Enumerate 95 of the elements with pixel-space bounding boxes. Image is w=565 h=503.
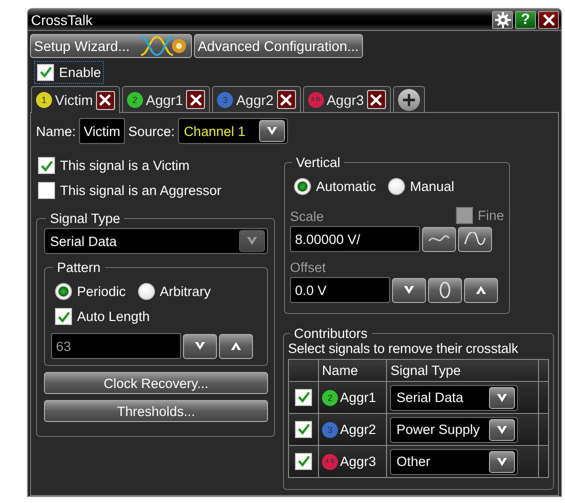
add-tab-button[interactable] [398, 88, 420, 110]
increment-button[interactable] [464, 278, 498, 302]
dropdown-arrow-button[interactable] [489, 418, 516, 440]
channel-badge: 2 [126, 92, 143, 108]
checkbox[interactable] [295, 452, 312, 470]
close-tab-button[interactable] [276, 90, 296, 109]
signal-name: Aggr3 [340, 454, 376, 469]
settings-button[interactable] [492, 10, 513, 28]
radio-button[interactable] [138, 283, 155, 300]
checkmark-icon [40, 66, 52, 78]
decrement-button[interactable] [392, 278, 426, 302]
plus-icon [402, 92, 416, 106]
checkmark-icon [298, 455, 310, 468]
checkmark-icon [298, 423, 310, 436]
source-label: Source: [128, 124, 175, 138]
group-title: Vertical [295, 155, 342, 170]
checkbox-label: Auto Length [77, 309, 150, 324]
signal-name: Aggr2 [340, 422, 376, 437]
fine-increase-button[interactable] [458, 226, 492, 252]
chevron-down-icon [246, 236, 258, 246]
checkmark-icon [58, 310, 70, 322]
increment-button[interactable] [219, 334, 253, 358]
name-label: Name: [36, 124, 76, 138]
chevron-up-icon [475, 285, 487, 295]
dropdown-arrow-button[interactable] [258, 120, 285, 142]
checkbox-label: Fine [478, 208, 504, 223]
checkbox[interactable] [38, 157, 55, 174]
dropdown-arrow-button[interactable] [489, 386, 516, 408]
action-button[interactable]: Clock Recovery... [44, 372, 268, 394]
chevron-down-icon [496, 392, 508, 402]
offset-label: Offset [290, 260, 326, 275]
window-title: CrossTalk [31, 12, 94, 28]
checkbox-label: Enable [59, 64, 102, 80]
channel-badge: 1 [36, 92, 52, 108]
chevron-down-icon [496, 424, 508, 434]
chevron-down-icon [403, 285, 415, 295]
close-icon [190, 94, 202, 106]
name-field[interactable]: Victim [78, 118, 126, 144]
radio-label: Periodic [77, 284, 126, 299]
signal-name: Aggr1 [340, 390, 376, 405]
chevron-down-icon [194, 341, 206, 351]
zero-button[interactable] [428, 278, 462, 302]
tab[interactable]: 2 Aggr1 [122, 86, 210, 112]
setup-wizard-button[interactable]: Setup Wizard... [30, 34, 192, 58]
group-title: Signal Type [49, 211, 122, 226]
dropdown[interactable]: Serial Data [390, 384, 518, 410]
close-tab-button[interactable] [96, 90, 115, 110]
dropdown[interactable]: Channel 1 [178, 118, 288, 144]
help-button[interactable]: ? [515, 10, 536, 28]
checkmark-icon [298, 391, 310, 404]
close-icon [99, 94, 112, 106]
action-button[interactable]: Thresholds... [44, 400, 268, 422]
zero-icon [439, 281, 451, 299]
close-tab-button[interactable] [366, 90, 386, 109]
group-title: Pattern [56, 260, 102, 275]
dropdown[interactable]: Other [390, 448, 518, 474]
dropdown[interactable]: Power Supply [390, 416, 518, 442]
close-icon [542, 14, 554, 26]
chevron-down-icon [266, 126, 278, 136]
column-header: Name [318, 360, 387, 382]
channel-badge: 3 [217, 92, 234, 108]
radio-label: Arbitrary [160, 284, 211, 299]
close-tab-button[interactable] [186, 90, 206, 109]
checkbox[interactable] [295, 420, 312, 438]
radio-button[interactable] [294, 178, 311, 195]
dropdown-arrow-button[interactable] [489, 450, 516, 472]
decrement-button[interactable] [183, 334, 217, 358]
group-title: Contributors [293, 326, 369, 341]
column-header: Signal Type [386, 360, 538, 382]
radio-label: Automatic [316, 179, 376, 194]
channel-badge: 2 [322, 390, 338, 406]
tab[interactable]: 1 Victim [31, 86, 120, 113]
fine-decrease-button[interactable] [422, 226, 456, 252]
checkbox[interactable] [55, 308, 72, 325]
radio-label: Manual [410, 179, 454, 194]
channel-badge: 3 [322, 422, 338, 438]
scale-label: Scale [290, 209, 324, 224]
hint-text: Select signals to remove their crosstalk [288, 341, 520, 356]
checkbox[interactable] [38, 182, 55, 199]
close-button[interactable] [538, 10, 559, 28]
tab[interactable]: 3 Aggr2 [212, 86, 301, 112]
settings-icon [494, 12, 510, 28]
checkbox-label: This signal is an Aggressor [60, 183, 222, 198]
close-icon [370, 94, 382, 106]
checkbox-label: This signal is a Victim [60, 158, 190, 173]
advanced-configuration-button[interactable]: Advanced Configuration... [194, 34, 363, 58]
checkbox[interactable] [295, 388, 312, 406]
close-icon [280, 94, 292, 106]
checkbox[interactable] [37, 64, 54, 80]
sine-icon [463, 232, 487, 246]
chevron-down-icon [496, 456, 508, 466]
checkmark-icon [40, 160, 52, 172]
radio-button[interactable] [388, 178, 406, 195]
radio-button[interactable] [55, 283, 72, 300]
chevron-up-icon [230, 341, 242, 351]
